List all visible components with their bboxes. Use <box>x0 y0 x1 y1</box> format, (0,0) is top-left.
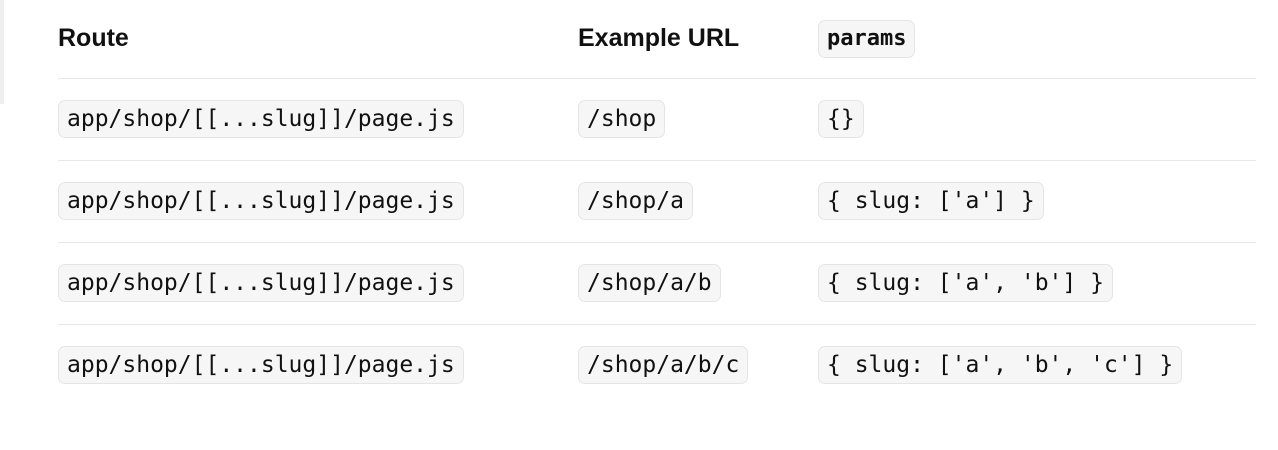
cell-url: /shop/a/b/c <box>578 324 818 406</box>
table-row: app/shop/[[...slug]]/page.js /shop/a { s… <box>58 160 1256 243</box>
optional-catch-all-table: Route Example URL params app/shop/[[...s… <box>58 0 1256 406</box>
cell-url: /shop <box>578 78 818 161</box>
cell-params: { slug: ['a', 'b', 'c'] } <box>818 324 1256 406</box>
route-code: app/shop/[[...slug]]/page.js <box>58 100 464 138</box>
cell-params: { slug: ['a', 'b'] } <box>818 242 1256 325</box>
params-code: { slug: ['a', 'b'] } <box>818 264 1113 302</box>
url-code: /shop/a/b <box>578 264 721 302</box>
header-params-code: params <box>818 19 916 58</box>
url-code: /shop <box>578 100 666 138</box>
route-code: app/shop/[[...slug]]/page.js <box>58 346 464 385</box>
cell-params: {} <box>818 78 1256 161</box>
params-code: {} <box>818 100 864 138</box>
cell-params: { slug: ['a'] } <box>818 160 1256 243</box>
url-code: /shop/a <box>578 182 693 220</box>
header-route: Route <box>58 0 578 79</box>
route-code: app/shop/[[...slug]]/page.js <box>58 264 464 302</box>
table-header-row: Route Example URL params <box>58 0 1256 79</box>
cell-route: app/shop/[[...slug]]/page.js <box>58 160 578 243</box>
header-params: params <box>818 0 1256 79</box>
url-code: /shop/a/b/c <box>578 346 749 385</box>
params-code: { slug: ['a', 'b', 'c'] } <box>818 346 1183 385</box>
table-row: app/shop/[[...slug]]/page.js /shop {} <box>58 78 1256 161</box>
page: Route Example URL params app/shop/[[...s… <box>0 0 1278 450</box>
table-row: app/shop/[[...slug]]/page.js /shop/a/b {… <box>58 242 1256 325</box>
cell-url: /shop/a/b <box>578 242 818 325</box>
table-row: app/shop/[[...slug]]/page.js /shop/a/b/c… <box>58 324 1256 406</box>
cell-route: app/shop/[[...slug]]/page.js <box>58 324 578 406</box>
cell-route: app/shop/[[...slug]]/page.js <box>58 78 578 161</box>
route-code: app/shop/[[...slug]]/page.js <box>58 182 464 220</box>
header-example-url: Example URL <box>578 0 818 79</box>
sidebar-edge <box>0 0 4 104</box>
cell-route: app/shop/[[...slug]]/page.js <box>58 242 578 325</box>
cell-url: /shop/a <box>578 160 818 243</box>
params-code: { slug: ['a'] } <box>818 182 1044 220</box>
